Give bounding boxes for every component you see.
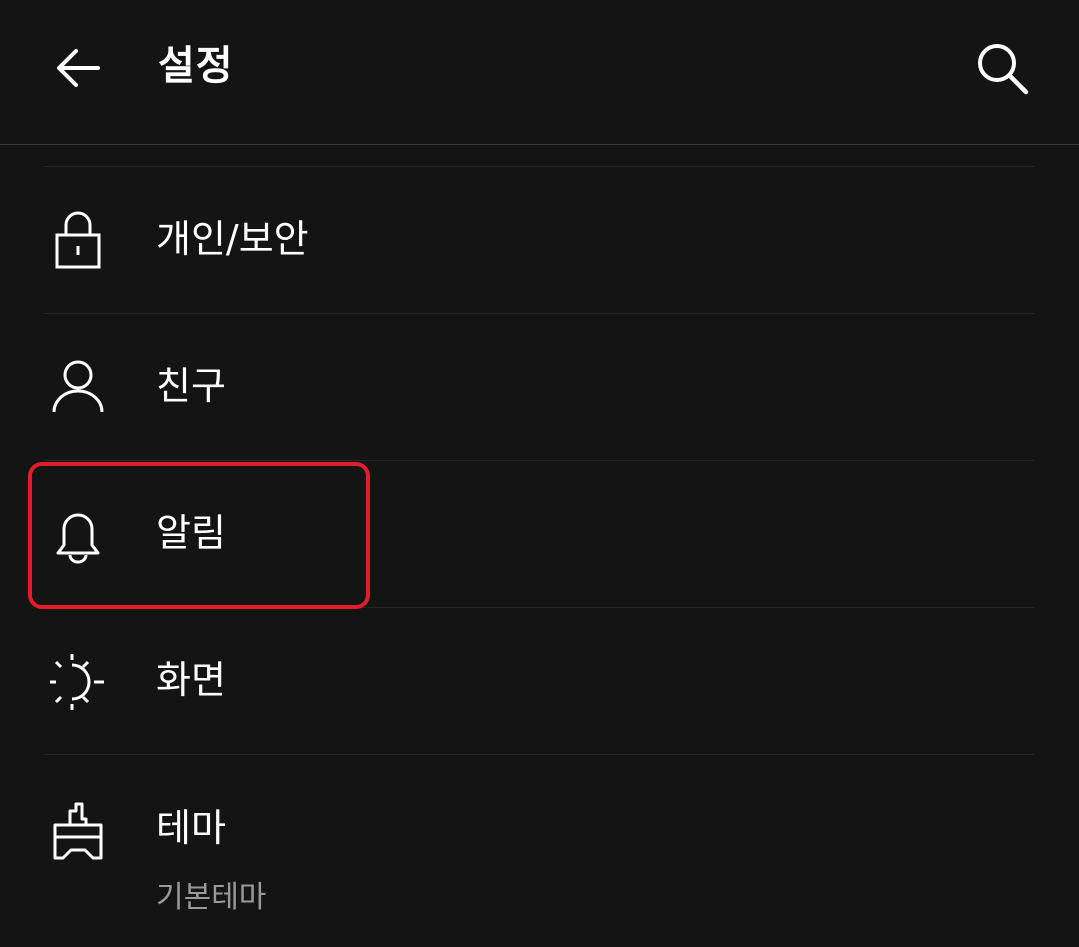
search-button[interactable]: [968, 34, 1036, 102]
brightness-icon: [46, 650, 110, 714]
settings-item-privacy-security[interactable]: 개인/보안: [0, 167, 1079, 313]
settings-item-subtitle: 기본테마: [156, 880, 267, 915]
settings-item-label: 테마: [156, 806, 226, 850]
settings-item-label: 개인/보안: [156, 217, 309, 261]
settings-item-display[interactable]: 화면: [0, 608, 1079, 754]
bell-icon: [46, 503, 110, 567]
paint-brush-icon: [46, 799, 110, 863]
settings-item-label: 화면: [156, 658, 226, 702]
settings-item-friends[interactable]: 친구: [0, 314, 1079, 460]
search-icon: [973, 39, 1031, 97]
back-button[interactable]: [48, 38, 108, 98]
settings-item-theme[interactable]: 테마 기본테마: [0, 755, 1079, 947]
person-icon: [46, 354, 110, 418]
settings-item-notifications[interactable]: 알림: [0, 461, 1079, 607]
settings-item-label: 알림: [156, 511, 226, 555]
top-app-bar: 설정: [0, 0, 1079, 145]
lock-icon: [46, 207, 110, 271]
page-title: 설정: [158, 43, 234, 89]
arrow-left-icon: [52, 42, 104, 94]
settings-item-label: 친구: [156, 364, 226, 408]
